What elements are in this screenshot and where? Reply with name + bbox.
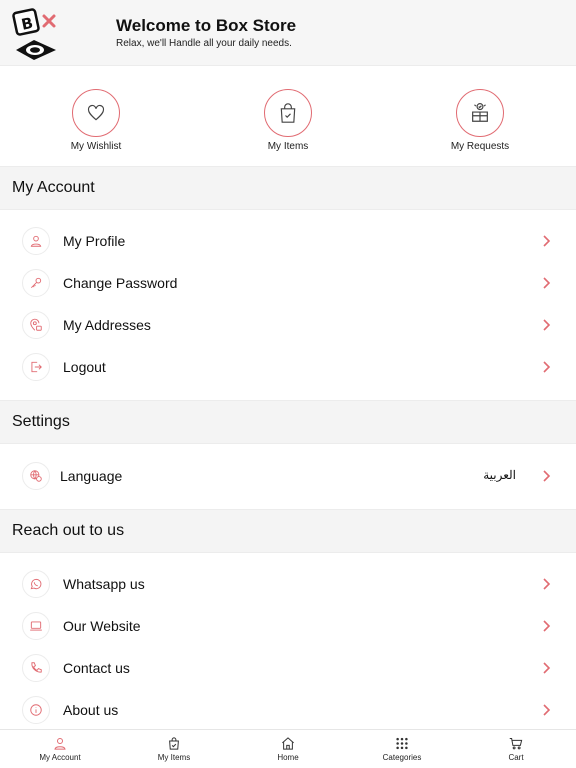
heart-icon: [72, 89, 120, 137]
row-label: Change Password: [63, 275, 178, 291]
home-icon: [282, 737, 294, 750]
chevron-right-icon: [543, 277, 551, 289]
language-value: العربية: [483, 468, 516, 482]
tab-my-account[interactable]: My Account: [12, 736, 108, 762]
row-label: Contact us: [63, 660, 130, 676]
chevron-right-icon: [543, 704, 551, 716]
box-logo: B: [12, 8, 56, 60]
shortcut-label: My Wishlist: [70, 141, 122, 152]
shortcut-label: My Items: [267, 141, 309, 152]
location-icon: [22, 311, 50, 339]
user-icon: [54, 738, 66, 750]
row-label: Our Website: [63, 618, 141, 634]
row-label: About us: [63, 702, 119, 718]
our-website-row[interactable]: Our Website: [0, 606, 576, 648]
chevron-right-icon: [543, 662, 551, 674]
bag-icon: [169, 737, 179, 750]
welcome-title: Welcome to Box Store: [116, 16, 297, 35]
info-icon: [22, 696, 50, 724]
tab-my-items[interactable]: My Items: [126, 736, 222, 762]
shopping-bag-icon: [264, 89, 312, 137]
row-label: Language: [60, 468, 123, 484]
chevron-right-icon: [543, 470, 551, 482]
chevron-right-icon: [543, 620, 551, 632]
contact-us-row[interactable]: Contact us: [0, 648, 576, 690]
bottom-tab-bar: My Account My Items Home Categories Cart: [0, 729, 576, 768]
chevron-right-icon: [543, 235, 551, 247]
tab-home[interactable]: Home: [240, 736, 336, 762]
welcome-subtitle: Relax, we'll Handle all your daily needs…: [116, 38, 292, 49]
whatsapp-row[interactable]: Whatsapp us: [0, 564, 576, 606]
shortcut-label: My Requests: [450, 141, 510, 152]
section-title: Reach out to us: [12, 522, 125, 539]
my-items-shortcut[interactable]: My Items: [233, 89, 343, 159]
cart-icon: [509, 738, 523, 750]
logout-row[interactable]: Logout: [0, 347, 576, 389]
laptop-icon: [22, 612, 50, 640]
language-row[interactable]: Language العربية: [0, 456, 576, 498]
section-title: My Account: [12, 179, 95, 196]
row-label: My Addresses: [63, 317, 151, 333]
phone-icon: [22, 654, 50, 682]
chevron-right-icon: [543, 361, 551, 373]
settings-section-header: Settings: [0, 400, 576, 444]
tab-cart[interactable]: Cart: [468, 736, 564, 762]
tab-label: My Items: [157, 753, 191, 762]
about-us-row[interactable]: About us: [0, 690, 576, 732]
tab-label: Categories: [382, 753, 422, 762]
grid-icon: [396, 737, 408, 750]
user-icon: [22, 227, 50, 255]
my-profile-row[interactable]: My Profile: [0, 221, 576, 263]
section-title: Settings: [12, 413, 70, 430]
requests-icon: [456, 89, 504, 137]
my-addresses-row[interactable]: My Addresses: [0, 305, 576, 347]
chevron-right-icon: [543, 319, 551, 331]
logout-icon: [22, 353, 50, 381]
key-icon: [22, 269, 50, 297]
tab-label: Cart: [508, 753, 524, 762]
reach-out-section-header: Reach out to us: [0, 509, 576, 553]
change-password-row[interactable]: Change Password: [0, 263, 576, 305]
row-label: Logout: [63, 359, 106, 375]
tab-label: Home: [277, 753, 299, 762]
globe-icon: [22, 462, 50, 490]
tab-categories[interactable]: Categories: [354, 736, 450, 762]
my-requests-shortcut[interactable]: My Requests: [425, 89, 535, 159]
shortcuts-bar: My Wishlist My Items My Requests: [0, 67, 576, 166]
tab-label: My Account: [39, 753, 81, 762]
row-label: My Profile: [63, 233, 126, 249]
chevron-right-icon: [543, 578, 551, 590]
header: B Welcome to Box Store Relax, we'll Hand…: [0, 0, 576, 66]
row-label: Whatsapp us: [63, 576, 145, 592]
my-account-section-header: My Account: [0, 166, 576, 210]
whatsapp-icon: [22, 570, 50, 598]
my-wishlist-shortcut[interactable]: My Wishlist: [41, 89, 151, 159]
